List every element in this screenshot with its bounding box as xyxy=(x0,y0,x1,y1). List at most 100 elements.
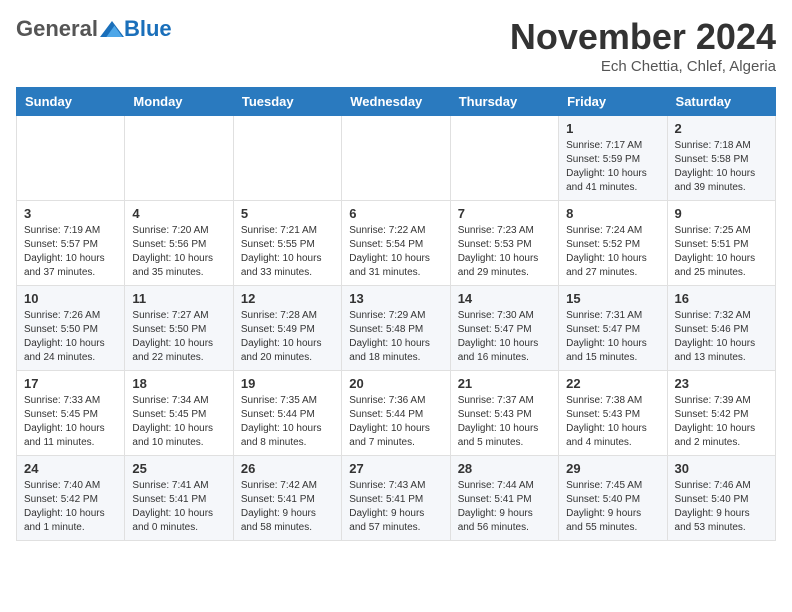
day-info: Sunrise: 7:32 AMSunset: 5:46 PMDaylight:… xyxy=(675,309,768,365)
day-cell: 13 Sunrise: 7:29 AMSunset: 5:48 PMDayligh… xyxy=(342,286,450,371)
week-row-5: 24 Sunrise: 7:40 AMSunset: 5:42 PMDayligh… xyxy=(17,456,776,541)
day-number: 16 xyxy=(675,291,768,306)
day-cell: 11 Sunrise: 7:27 AMSunset: 5:50 PMDayligh… xyxy=(125,286,233,371)
logo-general: General xyxy=(16,16,98,42)
day-info: Sunrise: 7:44 AMSunset: 5:41 PMDaylight:… xyxy=(458,479,551,535)
week-row-4: 17Sunrise: 7:33 AMSunset: 5:45 PMDayligh… xyxy=(17,371,776,456)
day-number: 7 xyxy=(458,206,551,221)
day-cell: 22 Sunrise: 7:38 AMSunset: 5:43 PMDayligh… xyxy=(559,371,667,456)
day-cell: 4 Sunrise: 7:20 AMSunset: 5:56 PMDaylight… xyxy=(125,201,233,286)
day-info: Sunrise: 7:36 AMSunset: 5:44 PMDaylight:… xyxy=(349,394,442,450)
col-header-monday: Monday xyxy=(125,88,233,116)
day-info: Sunrise: 7:26 AMSunset: 5:50 PMDaylight:… xyxy=(24,309,117,365)
day-cell: 17Sunrise: 7:33 AMSunset: 5:45 PMDayligh… xyxy=(17,371,125,456)
day-info: Sunrise: 7:27 AMSunset: 5:50 PMDaylight:… xyxy=(132,309,225,365)
col-header-thursday: Thursday xyxy=(450,88,558,116)
month-title: November 2024 xyxy=(510,16,776,58)
logo: General Blue xyxy=(16,16,172,42)
day-cell: 19Sunrise: 7:35 AMSunset: 5:44 PMDayligh… xyxy=(233,371,341,456)
day-info: Sunrise: 7:33 AMSunset: 5:45 PMDaylight:… xyxy=(24,394,117,450)
day-cell: 6 Sunrise: 7:22 AMSunset: 5:54 PMDaylight… xyxy=(342,201,450,286)
day-cell: 16 Sunrise: 7:32 AMSunset: 5:46 PMDayligh… xyxy=(667,286,775,371)
day-number: 23 xyxy=(675,376,768,391)
day-cell: 21Sunrise: 7:37 AMSunset: 5:43 PMDayligh… xyxy=(450,371,558,456)
day-cell: 29 Sunrise: 7:45 AMSunset: 5:40 PMDayligh… xyxy=(559,456,667,541)
day-cell: 26Sunrise: 7:42 AMSunset: 5:41 PMDayligh… xyxy=(233,456,341,541)
day-info: Sunrise: 7:28 AMSunset: 5:49 PMDaylight:… xyxy=(241,309,334,365)
page-header: General Blue November 2024 Ech Chettia, … xyxy=(16,16,776,75)
day-info: Sunrise: 7:41 AMSunset: 5:41 PMDaylight:… xyxy=(132,479,225,535)
day-cell: 10 Sunrise: 7:26 AMSunset: 5:50 PMDayligh… xyxy=(17,286,125,371)
day-info: Sunrise: 7:30 AMSunset: 5:47 PMDaylight:… xyxy=(458,309,551,365)
day-number: 28 xyxy=(458,461,551,476)
col-header-friday: Friday xyxy=(559,88,667,116)
day-cell: 2 Sunrise: 7:18 AMSunset: 5:58 PMDaylight… xyxy=(667,116,775,201)
logo-blue: Blue xyxy=(124,16,172,42)
day-number: 27 xyxy=(349,461,442,476)
day-number: 25 xyxy=(132,461,225,476)
calendar-table: SundayMondayTuesdayWednesdayThursdayFrid… xyxy=(16,87,776,541)
day-number: 11 xyxy=(132,291,225,306)
day-number: 20 xyxy=(349,376,442,391)
day-number: 22 xyxy=(566,376,659,391)
day-number: 30 xyxy=(675,461,768,476)
day-number: 2 xyxy=(675,121,768,136)
day-cell: 12 Sunrise: 7:28 AMSunset: 5:49 PMDayligh… xyxy=(233,286,341,371)
day-cell: 9 Sunrise: 7:25 AMSunset: 5:51 PMDaylight… xyxy=(667,201,775,286)
day-cell: 15Sunrise: 7:31 AMSunset: 5:47 PMDayligh… xyxy=(559,286,667,371)
day-info: Sunrise: 7:31 AMSunset: 5:47 PMDaylight:… xyxy=(566,309,659,365)
day-number: 13 xyxy=(349,291,442,306)
day-number: 14 xyxy=(458,291,551,306)
day-info: Sunrise: 7:29 AMSunset: 5:48 PMDaylight:… xyxy=(349,309,442,365)
day-info: Sunrise: 7:34 AMSunset: 5:45 PMDaylight:… xyxy=(132,394,225,450)
day-cell xyxy=(125,116,233,201)
day-cell: 18Sunrise: 7:34 AMSunset: 5:45 PMDayligh… xyxy=(125,371,233,456)
day-number: 12 xyxy=(241,291,334,306)
day-number: 10 xyxy=(24,291,117,306)
day-number: 4 xyxy=(132,206,225,221)
day-number: 26 xyxy=(241,461,334,476)
day-info: Sunrise: 7:37 AMSunset: 5:43 PMDaylight:… xyxy=(458,394,551,450)
day-cell: 5Sunrise: 7:21 AMSunset: 5:55 PMDaylight… xyxy=(233,201,341,286)
day-cell: 25 Sunrise: 7:41 AMSunset: 5:41 PMDayligh… xyxy=(125,456,233,541)
day-info: Sunrise: 7:22 AMSunset: 5:54 PMDaylight:… xyxy=(349,224,442,280)
week-row-3: 10 Sunrise: 7:26 AMSunset: 5:50 PMDayligh… xyxy=(17,286,776,371)
col-header-tuesday: Tuesday xyxy=(233,88,341,116)
day-info: Sunrise: 7:35 AMSunset: 5:44 PMDaylight:… xyxy=(241,394,334,450)
day-cell xyxy=(233,116,341,201)
day-cell: 14 Sunrise: 7:30 AMSunset: 5:47 PMDayligh… xyxy=(450,286,558,371)
day-info: Sunrise: 7:40 AMSunset: 5:42 PMDaylight:… xyxy=(24,479,117,535)
day-number: 24 xyxy=(24,461,117,476)
day-info: Sunrise: 7:20 AMSunset: 5:56 PMDaylight:… xyxy=(132,224,225,280)
day-cell xyxy=(342,116,450,201)
day-info: Sunrise: 7:23 AMSunset: 5:53 PMDaylight:… xyxy=(458,224,551,280)
day-cell: 23 Sunrise: 7:39 AMSunset: 5:42 PMDayligh… xyxy=(667,371,775,456)
day-info: Sunrise: 7:39 AMSunset: 5:42 PMDaylight:… xyxy=(675,394,768,450)
day-info: Sunrise: 7:38 AMSunset: 5:43 PMDaylight:… xyxy=(566,394,659,450)
day-number: 29 xyxy=(566,461,659,476)
day-cell: 20 Sunrise: 7:36 AMSunset: 5:44 PMDayligh… xyxy=(342,371,450,456)
day-info: Sunrise: 7:45 AMSunset: 5:40 PMDaylight:… xyxy=(566,479,659,535)
week-row-1: 1 Sunrise: 7:17 AMSunset: 5:59 PMDaylight… xyxy=(17,116,776,201)
day-info: Sunrise: 7:21 AMSunset: 5:55 PMDaylight:… xyxy=(241,224,334,280)
day-info: Sunrise: 7:17 AMSunset: 5:59 PMDaylight:… xyxy=(566,139,659,195)
title-area: November 2024 Ech Chettia, Chlef, Algeri… xyxy=(510,16,776,75)
day-info: Sunrise: 7:19 AMSunset: 5:57 PMDaylight:… xyxy=(24,224,117,280)
location: Ech Chettia, Chlef, Algeria xyxy=(510,58,776,75)
day-cell: 24 Sunrise: 7:40 AMSunset: 5:42 PMDayligh… xyxy=(17,456,125,541)
day-cell: 27Sunrise: 7:43 AMSunset: 5:41 PMDayligh… xyxy=(342,456,450,541)
day-cell xyxy=(17,116,125,201)
day-cell: 3 Sunrise: 7:19 AMSunset: 5:57 PMDaylight… xyxy=(17,201,125,286)
day-cell: 8Sunrise: 7:24 AMSunset: 5:52 PMDaylight… xyxy=(559,201,667,286)
day-info: Sunrise: 7:24 AMSunset: 5:52 PMDaylight:… xyxy=(566,224,659,280)
day-number: 1 xyxy=(566,121,659,136)
day-number: 6 xyxy=(349,206,442,221)
col-header-sunday: Sunday xyxy=(17,88,125,116)
day-info: Sunrise: 7:46 AMSunset: 5:40 PMDaylight:… xyxy=(675,479,768,535)
week-row-2: 3 Sunrise: 7:19 AMSunset: 5:57 PMDaylight… xyxy=(17,201,776,286)
day-cell: 1 Sunrise: 7:17 AMSunset: 5:59 PMDaylight… xyxy=(559,116,667,201)
day-number: 9 xyxy=(675,206,768,221)
day-info: Sunrise: 7:18 AMSunset: 5:58 PMDaylight:… xyxy=(675,139,768,195)
day-info: Sunrise: 7:25 AMSunset: 5:51 PMDaylight:… xyxy=(675,224,768,280)
day-number: 3 xyxy=(24,206,117,221)
